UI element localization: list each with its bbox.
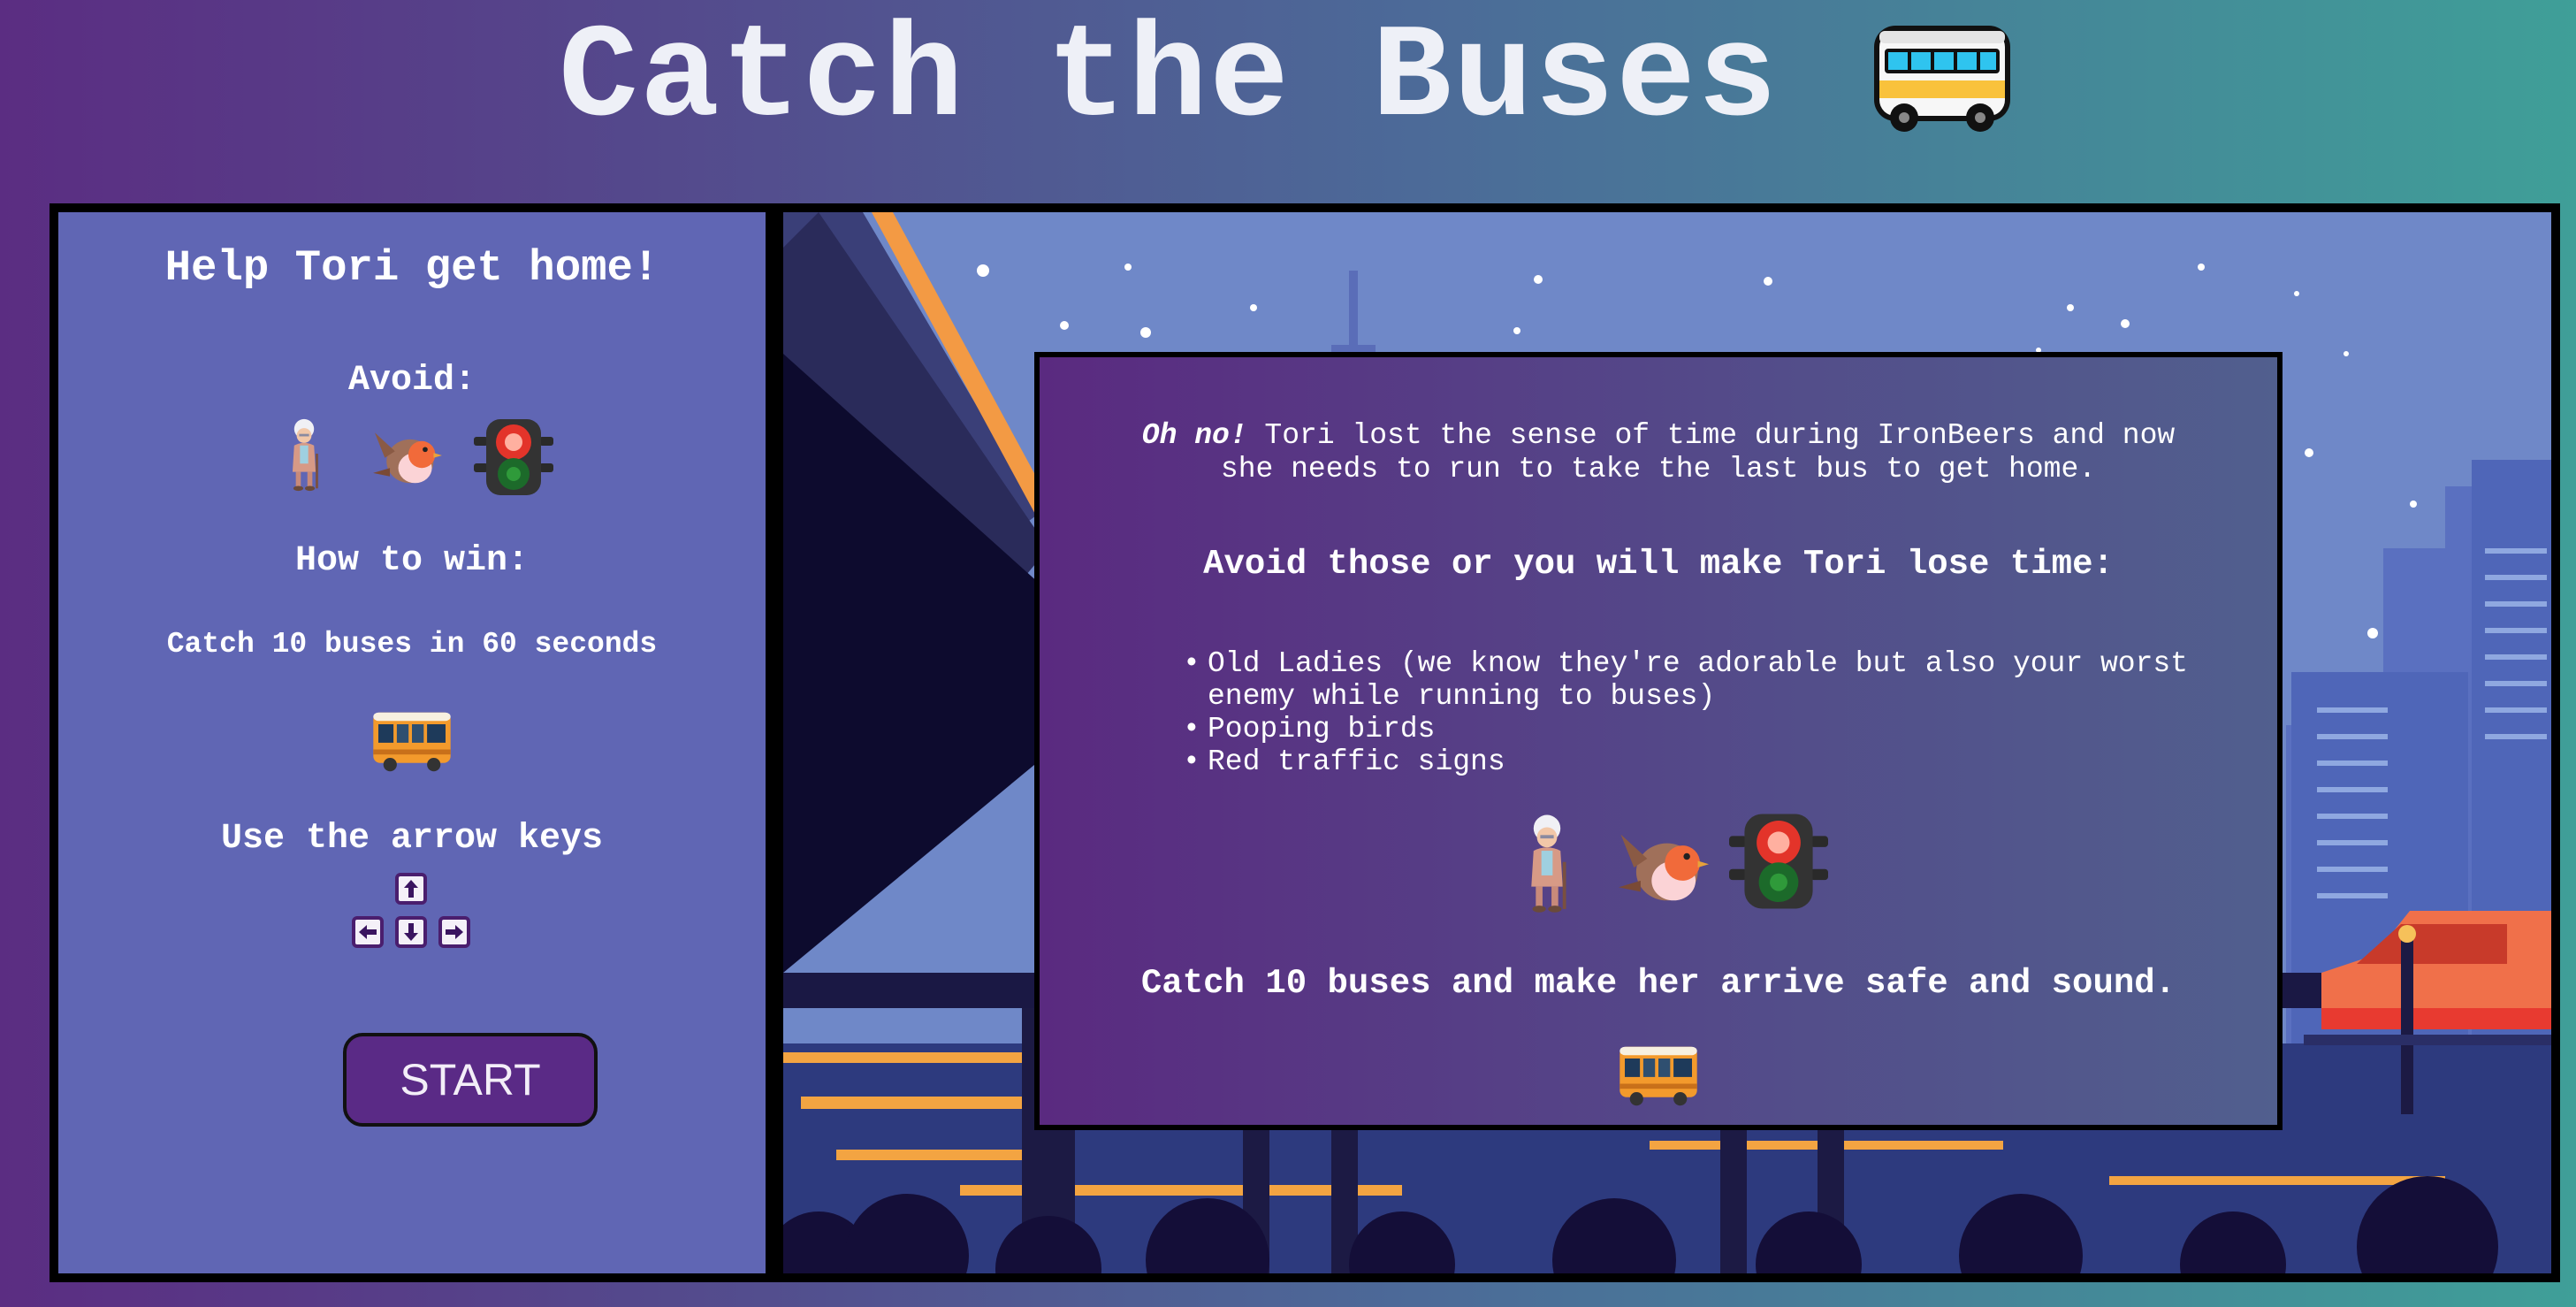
avoid-label: Avoid: (347, 361, 476, 401)
win-text: Catch 10 buses in 60 seconds (166, 628, 658, 661)
bus-icon (1867, 22, 2017, 137)
old-lady-icon (279, 417, 329, 492)
traffic-light-icon (1729, 812, 1828, 911)
intro-text: Oh no! Tori lost the sense of time durin… (1040, 419, 2277, 486)
list-item: Red traffic signs (1183, 745, 2189, 778)
arrow-down-key (395, 916, 427, 948)
arrow-down-icon (404, 923, 418, 941)
title-bar: Catch the Buses (0, 0, 2576, 159)
arrow-left-icon (359, 925, 377, 939)
traffic-light-icon (474, 417, 553, 497)
arrow-up-icon (404, 880, 418, 898)
avoid-heading: Avoid those or you will make Tori lose t… (1203, 545, 2114, 584)
page-title: Catch the Buses (558, 4, 1780, 155)
bird-icon (370, 421, 446, 488)
sidebar-heading: Help Tori get home! (164, 243, 659, 293)
intro-line-1: Tori lost the sense of time during IronB… (1246, 419, 2176, 452)
instructions-sidebar: Help Tori get home! Avoid: How to win: C… (58, 212, 766, 1273)
bus-icon (1616, 1042, 1701, 1109)
start-button[interactable]: START (343, 1033, 598, 1127)
list-item: Old Ladies (we know they're adorable but… (1183, 647, 2189, 713)
intro-line-2: she needs to run to take the last bus to… (1220, 453, 2097, 485)
arrow-right-icon (446, 925, 463, 939)
bus-icon (370, 707, 454, 775)
arrow-left-key (352, 916, 384, 948)
arrow-right-key (438, 916, 470, 948)
arrow-up-key (395, 873, 427, 905)
goal-text: Catch 10 buses and make her arrive safe … (1140, 964, 2176, 1003)
hazard-list: Old Ladies (we know they're adorable but… (1181, 647, 2189, 778)
list-item: Pooping birds (1183, 713, 2189, 745)
win-label: How to win: (294, 541, 530, 581)
bird-icon (1614, 817, 1713, 909)
intro-emphasis: Oh no! (1141, 419, 1247, 452)
story-dialog: Oh no! Tori lost the sense of time durin… (1034, 352, 2283, 1130)
controls-label: Use the arrow keys (220, 819, 604, 859)
old-lady-icon (1513, 812, 1581, 914)
